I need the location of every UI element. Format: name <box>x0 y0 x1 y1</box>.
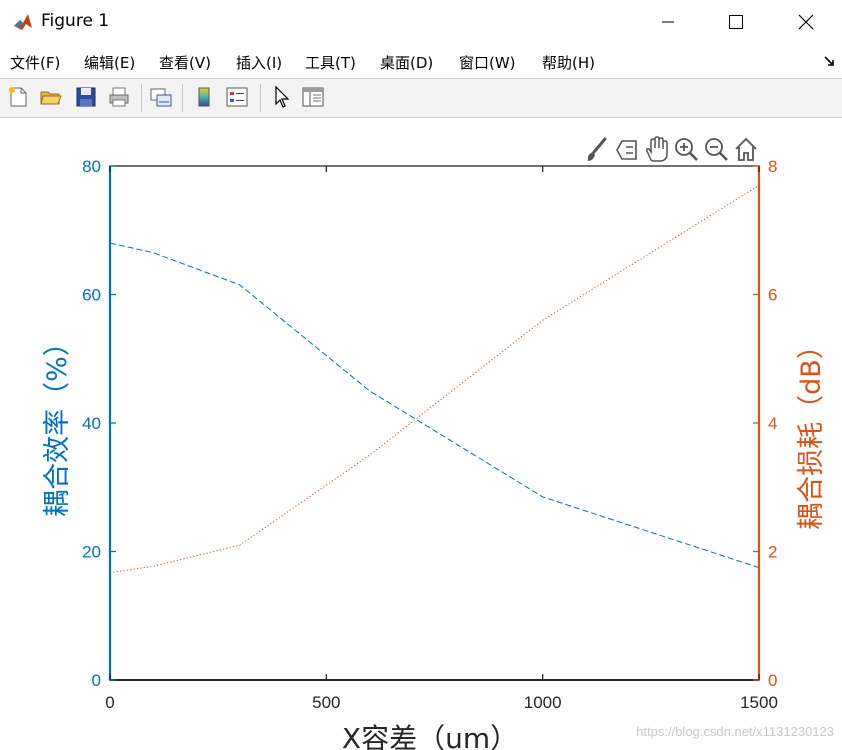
x-tick-label: 1000 <box>524 693 562 712</box>
x-tick-label: 1500 <box>740 693 778 712</box>
left-y-tick-label: 40 <box>82 414 101 433</box>
coupling-efficiency-series-line <box>109 242 760 569</box>
right-y-axis-label: 耦合损耗（dB） <box>796 332 827 530</box>
left-y-tick-label: 60 <box>82 286 101 305</box>
left-y-tick-label: 80 <box>82 157 101 176</box>
left-y-tick-label: 20 <box>82 543 101 562</box>
chart: 0 500 1000 1500 0 20 40 60 80 0 2 4 6 8 X容差（um） 耦合效率（… <box>42 157 827 750</box>
coupling-loss-series-line <box>109 184 760 574</box>
x-axis-label: X容差（um） <box>342 722 518 750</box>
x-tick-label: 500 <box>312 693 340 712</box>
left-y-axis-label: 耦合效率（%） <box>42 329 73 517</box>
right-y-tick-label: 2 <box>768 543 777 562</box>
watermark: https://blog.csdn.net/x1131230123 <box>636 724 834 739</box>
x-tick-label: 0 <box>105 693 114 712</box>
right-y-tick-label: 0 <box>768 671 777 690</box>
figure-window: Figure 1 文件(F) 编辑(E) 查看(V) 插入(I) 工具(T) 桌… <box>0 0 842 750</box>
right-y-tick-label: 4 <box>768 414 777 433</box>
axes-box <box>109 165 760 681</box>
right-y-tick-label: 8 <box>768 157 777 176</box>
left-y-tick-label: 0 <box>92 671 101 690</box>
right-y-tick-label: 6 <box>768 286 777 305</box>
